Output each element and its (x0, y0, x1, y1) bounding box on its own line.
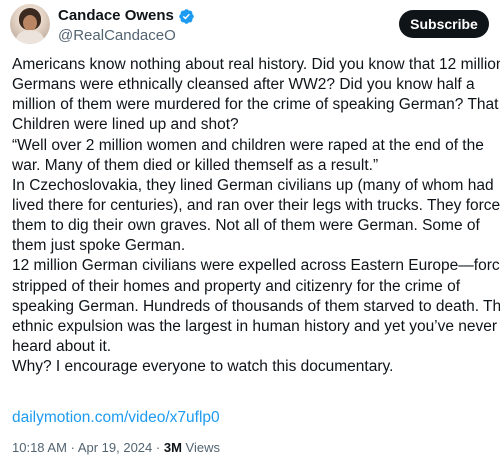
tweet-text-line: them just spoke German. (12, 237, 186, 255)
avatar-body (16, 30, 44, 44)
tweet-text-line: ethnic expulsion was the largest in huma… (12, 317, 498, 335)
author-name-block: Candace Owens @RealCandaceO (58, 7, 195, 45)
tweet-meta: 10:18 AM · Apr 19, 2024 · 3M Views (12, 439, 220, 457)
author-display-name[interactable]: Candace Owens (58, 7, 195, 25)
tweet-link[interactable]: dailymotion.com/video/x7uflp0 (12, 408, 220, 428)
tweet-time[interactable]: 10:18 AM (12, 440, 67, 455)
author-display-name-text[interactable]: Candace Owens (58, 7, 174, 25)
tweet-text-line: Children were lined up and shot? (12, 116, 239, 134)
tweet-text-line: stripped of their homes and property and… (12, 277, 460, 295)
tweet-header: Candace Owens @RealCandaceO Subscribe (0, 0, 500, 48)
tweet-text-line: Why? I encourage everyone to watch this … (12, 358, 394, 376)
tweet-text-line: million of them were murdered for the cr… (12, 96, 499, 114)
views-label: Views (185, 440, 220, 455)
tweet-text: Americans know nothing about real histor… (12, 55, 500, 377)
tweet-text-line: speaking German. Hundreds of thousands o… (12, 297, 500, 315)
tweet-date[interactable]: Apr 19, 2024 (78, 440, 152, 455)
meta-separator: · (155, 440, 161, 455)
verified-badge-icon[interactable] (178, 8, 195, 25)
tweet-text-line: war. Many of them died or killed themsel… (12, 156, 379, 174)
author-avatar[interactable] (10, 4, 50, 44)
meta-separator: · (70, 440, 75, 455)
tweet-text-line: In Czechoslovakia, they lined German civ… (12, 176, 494, 194)
tweet-text-line: lived there for centuries), and ran over… (12, 196, 500, 214)
tweet-text-line: heard about it. (12, 337, 112, 355)
views-count: 3M (163, 440, 182, 455)
tweet-text-line: them to dig their own graves. Not all of… (12, 217, 480, 235)
tweet-text-line: Germans were ethnically cleansed after W… (12, 76, 475, 94)
tweet-text-line: 12 million German civilians were expelle… (12, 257, 500, 275)
author-handle[interactable]: @RealCandaceO (58, 27, 195, 45)
tweet-text-line: Americans know nothing about real histor… (12, 56, 500, 73)
avatar-face (23, 15, 37, 31)
subscribe-button[interactable]: Subscribe (399, 10, 489, 38)
tweet-text-line: “Well over 2 million women and children … (12, 136, 484, 154)
